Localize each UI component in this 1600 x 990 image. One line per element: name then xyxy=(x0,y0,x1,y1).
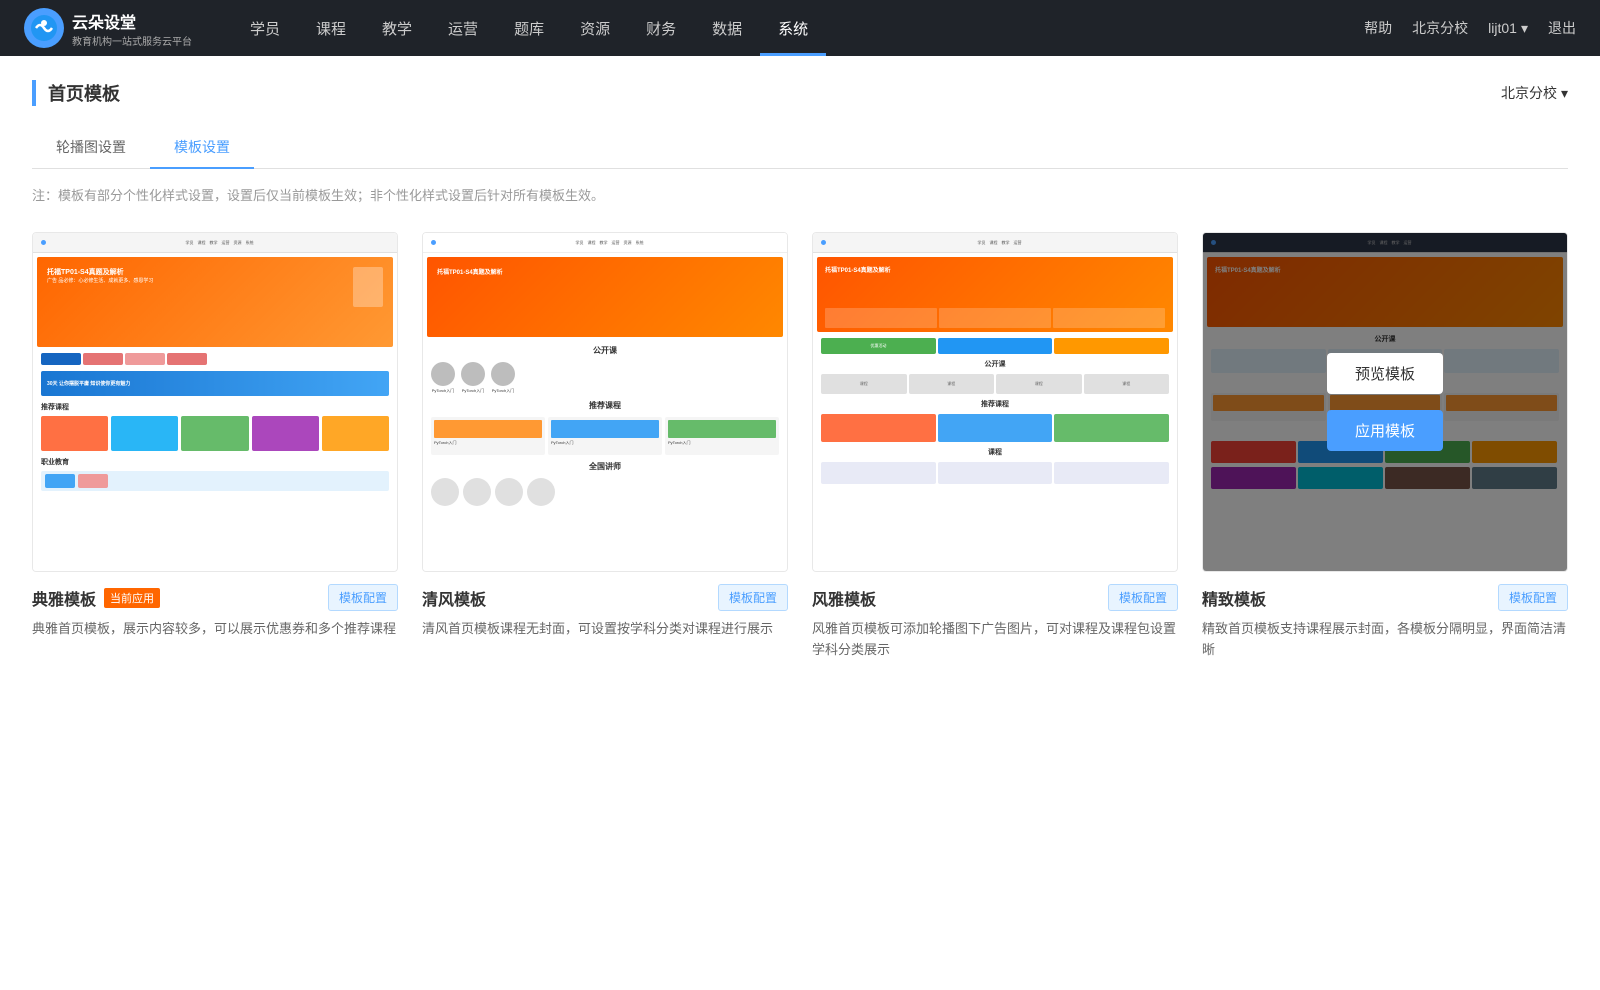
nav-item-课程[interactable]: 课程 xyxy=(298,0,364,56)
template-desc-3: 风雅首页模板可添加轮播图下广告图片，可对课程及课程包设置学科分类展示 xyxy=(812,619,1178,661)
branch-selector-label: 北京分校 xyxy=(1501,83,1557,103)
logo-main: 云朵设堂 xyxy=(72,9,192,33)
logo-icon xyxy=(24,8,64,48)
template-info-4: 精致模板 模板配置 精致首页模板支持课程展示封面，各模板分隔明显，界面简洁清晰 xyxy=(1202,572,1568,669)
page-header: 首页模板 北京分校 ▾ xyxy=(32,80,1568,106)
nav-item-学员[interactable]: 学员 xyxy=(232,0,298,56)
page-title: 首页模板 xyxy=(32,80,120,106)
template-name-2: 清风模板 xyxy=(422,586,486,610)
username: lijt01 xyxy=(1488,20,1517,36)
nav-item-资源[interactable]: 资源 xyxy=(562,0,628,56)
nav-item-教学[interactable]: 教学 xyxy=(364,0,430,56)
config-button-4[interactable]: 模板配置 xyxy=(1498,584,1568,611)
logo-sub: 教育机构一站式服务云平台 xyxy=(72,33,192,48)
tab-轮播图设置[interactable]: 轮播图设置 xyxy=(32,127,150,169)
template-name-4: 精致模板 xyxy=(1202,586,1266,610)
branch-chevron-icon: ▾ xyxy=(1561,85,1568,102)
template-preview-2[interactable]: 学员课程教学运营资源系统 托福TP01-S4真题及解析 公开课 PyTorch入… xyxy=(422,232,788,572)
template-preview-4[interactable]: 学员课程教学运营 托福TP01-S4真题及解析 公开课 推荐课程 课程 预览模板 xyxy=(1202,232,1568,572)
main-nav: 学员课程教学运营题库资源财务数据系统 xyxy=(232,0,1364,56)
template-desc-2: 清风首页模板课程无封面，可设置按学科分类对课程进行展示 xyxy=(422,619,788,640)
template-name-1: 典雅模板 xyxy=(32,586,96,610)
template-desc-1: 典雅首页模板，展示内容较多，可以展示优惠券和多个推荐课程 xyxy=(32,619,398,640)
template-card-1: 学员课程教学运营资源系统 托福TP01-S4真题及解析广告 品必修：心必修生活、… xyxy=(32,232,398,669)
template-card-2: 学员课程教学运营资源系统 托福TP01-S4真题及解析 公开课 PyTorch入… xyxy=(422,232,788,669)
dropdown-arrow-icon: ▾ xyxy=(1521,20,1528,37)
branch-selector[interactable]: 北京分校 ▾ xyxy=(1501,83,1568,103)
template-info-3: 风雅模板 模板配置 风雅首页模板可添加轮播图下广告图片，可对课程及课程包设置学科… xyxy=(812,572,1178,669)
logo[interactable]: 云朵设堂 教育机构一站式服务云平台 xyxy=(24,8,192,48)
template-overlay: 预览模板 应用模板 xyxy=(1203,233,1567,571)
config-button-1[interactable]: 模板配置 xyxy=(328,584,398,611)
navbar-right: 帮助 北京分校 lijt01 ▾ 退出 xyxy=(1364,18,1576,38)
logo-text: 云朵设堂 教育机构一站式服务云平台 xyxy=(72,9,192,48)
nav-item-财务[interactable]: 财务 xyxy=(628,0,694,56)
template-grid: 学员课程教学运营资源系统 托福TP01-S4真题及解析广告 品必修：心必修生活、… xyxy=(32,232,1568,669)
tab-模板设置[interactable]: 模板设置 xyxy=(150,127,254,169)
config-button-2[interactable]: 模板配置 xyxy=(718,584,788,611)
tabs-container: 轮播图设置模板设置 xyxy=(32,126,1568,169)
nav-item-运营[interactable]: 运营 xyxy=(430,0,496,56)
branch-link[interactable]: 北京分校 xyxy=(1412,18,1468,38)
apply-template-button[interactable]: 应用模板 xyxy=(1327,410,1443,451)
nav-item-系统[interactable]: 系统 xyxy=(760,0,826,56)
template-name-3: 风雅模板 xyxy=(812,586,876,610)
nav-item-数据[interactable]: 数据 xyxy=(694,0,760,56)
help-link[interactable]: 帮助 xyxy=(1364,18,1392,38)
preview-template-button[interactable]: 预览模板 xyxy=(1327,353,1443,394)
user-dropdown[interactable]: lijt01 ▾ xyxy=(1488,20,1528,37)
note-text: 注：模板有部分个性化样式设置，设置后仅当前模板生效；非个性化样式设置后针对所有模… xyxy=(32,185,1568,204)
template-preview-1[interactable]: 学员课程教学运营资源系统 托福TP01-S4真题及解析广告 品必修：心必修生活、… xyxy=(32,232,398,572)
template-info-2: 清风模板 模板配置 清风首页模板课程无封面，可设置按学科分类对课程进行展示 xyxy=(422,572,788,648)
template-preview-3[interactable]: 学员课程教学运营 托福TP01-S4真题及解析 优惠活动 公开课 课程课程课程课… xyxy=(812,232,1178,572)
logout-link[interactable]: 退出 xyxy=(1548,18,1576,38)
config-button-3[interactable]: 模板配置 xyxy=(1108,584,1178,611)
template-card-4: 学员课程教学运营 托福TP01-S4真题及解析 公开课 推荐课程 课程 预览模板 xyxy=(1202,232,1568,669)
page-container: 首页模板 北京分校 ▾ 轮播图设置模板设置 注：模板有部分个性化样式设置，设置后… xyxy=(0,56,1600,990)
template-info-1: 典雅模板 当前应用 模板配置 典雅首页模板，展示内容较多，可以展示优惠券和多个推… xyxy=(32,572,398,648)
template-desc-4: 精致首页模板支持课程展示封面，各模板分隔明显，界面简洁清晰 xyxy=(1202,619,1568,661)
current-badge: 当前应用 xyxy=(104,588,160,608)
nav-item-题库[interactable]: 题库 xyxy=(496,0,562,56)
template-card-3: 学员课程教学运营 托福TP01-S4真题及解析 优惠活动 公开课 课程课程课程课… xyxy=(812,232,1178,669)
navbar: 云朵设堂 教育机构一站式服务云平台 学员课程教学运营题库资源财务数据系统 帮助 … xyxy=(0,0,1600,56)
